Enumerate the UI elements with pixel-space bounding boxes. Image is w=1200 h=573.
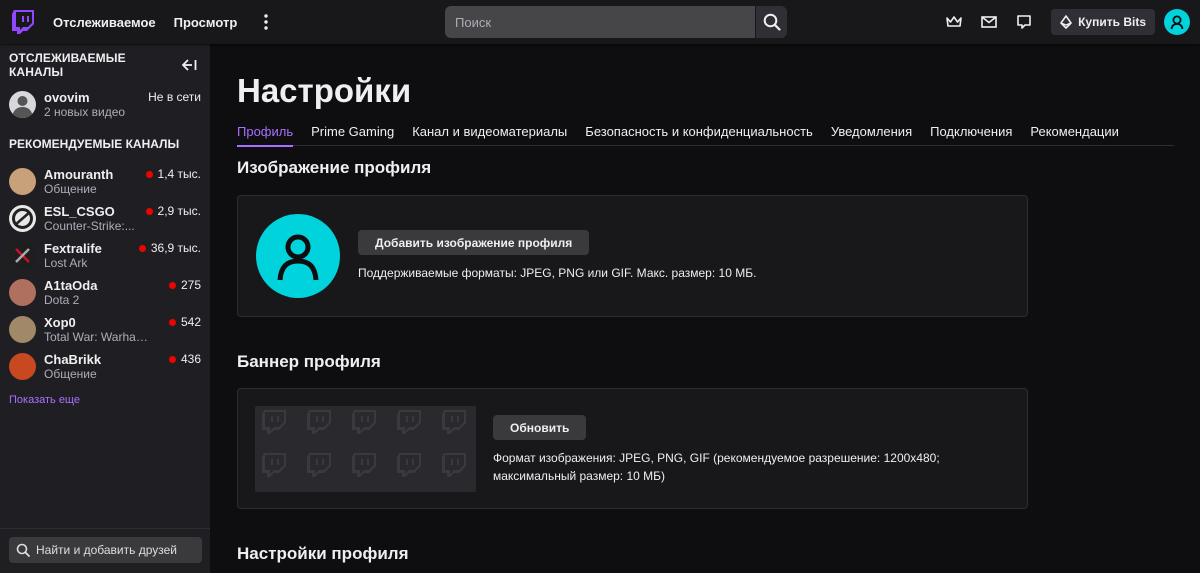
channel-game: Общение [44, 182, 97, 196]
top-nav: Отслеживаемое Просмотр Купить Bits [0, 0, 1200, 44]
channel-game: Total War: Warham... [44, 330, 154, 344]
viewer-count: 2,9 тыс. [145, 204, 201, 218]
profile-avatar [256, 214, 340, 298]
profile-banner-card: Обновить Формат изображения: JPEG, PNG, … [237, 388, 1028, 509]
recommended-channel[interactable]: Xop0 Total War: Warham... 542 [0, 311, 210, 348]
banner-preview [255, 406, 476, 492]
viewer-count-value: 2,9 тыс. [157, 204, 201, 218]
channel-status: Не в сети [148, 90, 201, 104]
live-dot-icon [145, 207, 153, 215]
viewer-count-value: 36,9 тыс. [150, 241, 201, 255]
whispers-icon[interactable] [1009, 7, 1039, 37]
recommended-channel[interactable]: Amouranth Общение 1,4 тыс. [0, 163, 210, 200]
nav-following[interactable]: Отслеживаемое [53, 15, 156, 30]
viewer-count: 436 [168, 352, 201, 366]
followed-channels-title: ОТСЛЕЖИВАЕМЫЕ КАНАЛЫ [9, 51, 126, 79]
tab-recommendations[interactable]: Рекомендации [1030, 124, 1119, 146]
live-dot-icon [145, 170, 153, 178]
channel-avatar [9, 279, 36, 306]
viewer-count-value: 542 [180, 315, 201, 329]
tab-security-privacy[interactable]: Безопасность и конфиденциальность [585, 124, 813, 146]
profile-banner-title: Баннер профиля [237, 352, 381, 371]
viewer-count-value: 1,4 тыс. [157, 167, 201, 181]
nav-browse[interactable]: Просмотр [174, 15, 238, 30]
channel-avatar [9, 205, 36, 232]
twitch-logo-icon[interactable] [11, 9, 35, 35]
recommended-channels-title: РЕКОМЕНДУЕМЫЕ КАНАЛЫ [9, 137, 180, 151]
search-bar [445, 6, 787, 38]
buy-bits-button[interactable]: Купить Bits [1051, 9, 1155, 35]
channel-avatar [9, 91, 36, 118]
channel-avatar [9, 242, 36, 269]
recommended-channel[interactable]: ChaBrikk Общение 436 [0, 348, 210, 385]
profile-settings-title: Настройки профиля [237, 544, 409, 563]
viewer-count-value: 436 [180, 352, 201, 366]
followed-channels-header: ОТСЛЕЖИВАЕМЫЕ КАНАЛЫ [0, 44, 210, 86]
page-title: Настройки [237, 72, 412, 109]
channel-subtitle: 2 новых видео [44, 105, 126, 119]
find-friends-label: Найти и добавить друзей [36, 543, 178, 557]
sidebar: ОТСЛЕЖИВАЕМЫЕ КАНАЛЫ ovovim 2 новых виде… [0, 44, 210, 573]
banner-hint-line-1: Формат изображения: JPEG, PNG, GIF (реко… [493, 451, 940, 465]
user-avatar[interactable] [1164, 9, 1190, 35]
channel-game: Общение [44, 367, 97, 381]
followed-channel-ovovim[interactable]: ovovim 2 новых видео Не в сети [0, 86, 210, 123]
settings-main: Настройки Профиль Prime Gaming Канал и в… [210, 44, 1200, 573]
recommended-channel[interactable]: ESL_CSGO Counter-Strike:... 2,9 тыс. [0, 200, 210, 237]
recommended-channel[interactable]: A1taOda Dota 2 275 [0, 274, 210, 311]
collapse-sidebar-icon[interactable] [181, 57, 197, 73]
user-icon [277, 234, 319, 281]
viewer-count: 36,9 тыс. [138, 241, 201, 255]
inbox-icon[interactable] [974, 7, 1004, 37]
search-icon [16, 543, 30, 557]
viewer-count: 1,4 тыс. [145, 167, 201, 181]
find-friends-button[interactable]: Найти и добавить друзей [9, 537, 202, 563]
recommended-channel[interactable]: Fextralife Lost Ark 36,9 тыс. [0, 237, 210, 274]
tab-prime-gaming[interactable]: Prime Gaming [311, 124, 394, 146]
viewer-count-value: 275 [180, 278, 201, 292]
live-dot-icon [168, 281, 176, 289]
channel-game: Dota 2 [44, 293, 80, 307]
viewer-count: 275 [168, 278, 201, 292]
settings-tabs: Профиль Prime Gaming Канал и видеоматери… [237, 124, 1174, 147]
banner-hint: Формат изображения: JPEG, PNG, GIF (реко… [493, 449, 940, 485]
channel-avatar [9, 316, 36, 343]
viewer-count: 542 [168, 315, 201, 329]
top-right-actions: Купить Bits [934, 0, 1200, 44]
channel-avatar [9, 353, 36, 380]
crown-icon[interactable] [939, 7, 969, 37]
tab-connections[interactable]: Подключения [930, 124, 1012, 146]
search-input[interactable] [445, 6, 756, 38]
channel-game: Counter-Strike:... [44, 219, 135, 233]
update-banner-button[interactable]: Обновить [493, 415, 587, 440]
more-menu-icon[interactable] [259, 12, 273, 32]
channel-game: Lost Ark [44, 256, 88, 270]
banner-hint-line-2: максимальный размер: 10 МБ) [493, 469, 666, 483]
sidebar-divider [0, 528, 210, 529]
profile-image-card: Добавить изображение профиля Поддерживае… [237, 195, 1028, 317]
search-icon[interactable] [756, 6, 787, 38]
live-dot-icon [168, 318, 176, 326]
bits-icon [1060, 15, 1072, 29]
tab-channel-and-videos[interactable]: Канал и видеоматериалы [412, 124, 567, 146]
live-dot-icon [138, 244, 146, 252]
tab-profile[interactable]: Профиль [237, 124, 294, 147]
profile-image-hint: Поддерживаемые форматы: JPEG, PNG или GI… [358, 266, 757, 280]
buy-bits-label: Купить Bits [1078, 15, 1146, 29]
tab-notifications[interactable]: Уведомления [831, 124, 912, 146]
profile-image-title: Изображение профиля [237, 158, 432, 177]
channel-avatar [9, 168, 36, 195]
live-dot-icon [168, 355, 176, 363]
add-profile-image-button[interactable]: Добавить изображение профиля [358, 230, 590, 255]
show-more-link[interactable]: Показать еще [0, 385, 210, 406]
offline-label: Не в сети [148, 90, 201, 104]
